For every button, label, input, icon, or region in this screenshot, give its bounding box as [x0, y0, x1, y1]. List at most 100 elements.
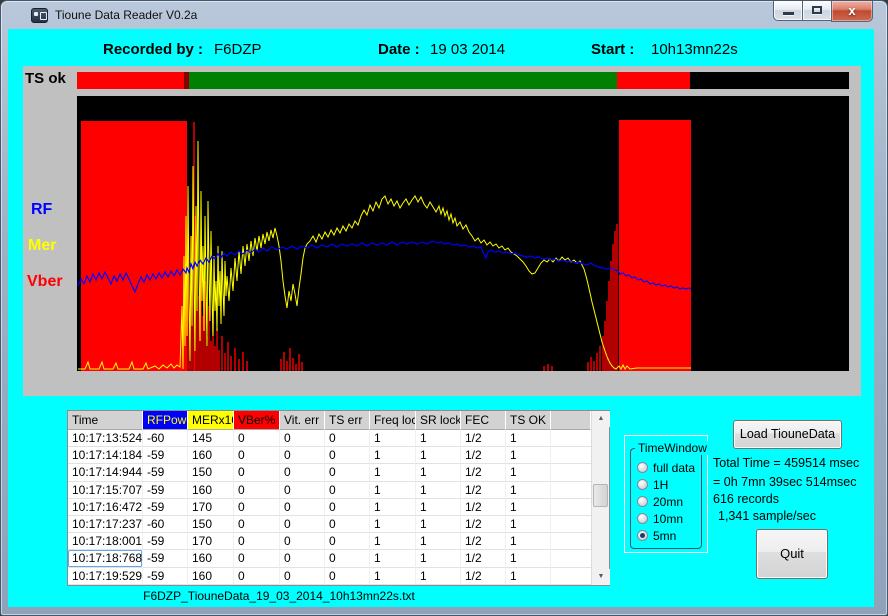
table-cell[interactable]: -59	[143, 464, 188, 481]
table-cell[interactable]: 0	[325, 447, 370, 464]
table-row[interactable]: 10:17:16:472-59170000111/21	[68, 499, 591, 516]
window-titlebar[interactable]: Tioune Data Reader V0.2a x	[1, 1, 887, 29]
table-cell[interactable]: 0	[325, 568, 370, 585]
close-button[interactable]: x	[831, 1, 873, 22]
quit-button[interactable]: Quit	[756, 529, 828, 579]
table-cell[interactable]: -60	[143, 516, 188, 533]
table-row[interactable]: 10:17:14:184-59160000111/21	[68, 447, 591, 464]
table-cell[interactable]: 1	[506, 464, 551, 481]
scroll-up-button[interactable]: ▲	[592, 411, 610, 427]
table-cell[interactable]: 0	[280, 550, 325, 567]
table-cell[interactable]: 1/2	[461, 550, 506, 567]
table-row[interactable]: 10:17:18:768-59160000111/21	[68, 550, 591, 567]
table-cell[interactable]: 1	[506, 533, 551, 550]
table-cell[interactable]: 1	[370, 550, 416, 567]
table-cell[interactable]: 1	[416, 482, 461, 499]
table-cell[interactable]: 0	[234, 550, 280, 567]
table-cell[interactable]: 10:17:18:001	[68, 533, 143, 550]
table-row[interactable]: 10:17:13:524-60145000111/21	[68, 430, 591, 447]
radio-1h[interactable]: 1H	[637, 476, 699, 493]
table-cell[interactable]: 1/2	[461, 568, 506, 585]
table-header-cell[interactable]: Time	[68, 411, 143, 430]
table-cell[interactable]: 0	[234, 430, 280, 447]
table-cell[interactable]: 0	[325, 464, 370, 481]
table-cell[interactable]: 1	[506, 499, 551, 516]
table-cell[interactable]: 10:17:14:184	[68, 447, 143, 464]
table-cell[interactable]: 1	[416, 430, 461, 447]
table-cell[interactable]: 1	[416, 447, 461, 464]
table-cell[interactable]: 0	[234, 533, 280, 550]
table-cell[interactable]: 0	[234, 482, 280, 499]
table-cell[interactable]: 0	[280, 430, 325, 447]
table-cell[interactable]: 1	[416, 464, 461, 481]
table-cell[interactable]: 0	[280, 516, 325, 533]
table-cell[interactable]: 1/2	[461, 533, 506, 550]
table-cell[interactable]: 10:17:16:472	[68, 499, 143, 516]
table-cell[interactable]: 0	[234, 568, 280, 585]
table-cell[interactable]: 1	[506, 516, 551, 533]
table-cell[interactable]: 145	[188, 430, 234, 447]
table-cell[interactable]: 1/2	[461, 464, 506, 481]
table-cell[interactable]: 0	[234, 464, 280, 481]
table-cell[interactable]: 0	[234, 499, 280, 516]
table-cell[interactable]: 1	[506, 568, 551, 585]
table-cell[interactable]: 1	[506, 430, 551, 447]
table-cell[interactable]: 1	[370, 516, 416, 533]
table-cell[interactable]: -59	[143, 568, 188, 585]
table-cell[interactable]: 10:17:18:768	[68, 550, 143, 567]
table-cell[interactable]: 0	[325, 533, 370, 550]
table-cell[interactable]: -59	[143, 482, 188, 499]
table-row[interactable]: 10:17:15:707-59160000111/21	[68, 482, 591, 499]
table-row[interactable]: 10:17:17:237-60150000111/21	[68, 516, 591, 533]
table-cell[interactable]: 150	[188, 464, 234, 481]
table-header-cell[interactable]: TS err	[325, 411, 370, 430]
table-cell[interactable]: 160	[188, 482, 234, 499]
table-cell[interactable]: 1/2	[461, 430, 506, 447]
table-header-cell[interactable]: SR lock	[416, 411, 461, 430]
table-cell[interactable]: 0	[280, 568, 325, 585]
table-cell[interactable]: 1	[370, 430, 416, 447]
table-header-cell[interactable]: Vit. err	[280, 411, 325, 430]
table-cell[interactable]: -59	[143, 499, 188, 516]
table-cell[interactable]: 150	[188, 516, 234, 533]
table-cell[interactable]: 1	[416, 533, 461, 550]
table-cell[interactable]: 170	[188, 499, 234, 516]
radio-5mn[interactable]: 5mn	[637, 527, 699, 544]
table-cell[interactable]: 10:17:14:944	[68, 464, 143, 481]
table-cell[interactable]: 1/2	[461, 482, 506, 499]
radio-10mn[interactable]: 10mn	[637, 510, 699, 527]
table-cell[interactable]: 10:17:13:524	[68, 430, 143, 447]
table-cell[interactable]: 10:17:19:529	[68, 568, 143, 585]
minimize-button[interactable]	[773, 1, 803, 21]
table-cell[interactable]: 160	[188, 447, 234, 464]
table-cell[interactable]: 0	[280, 533, 325, 550]
table-cell[interactable]: 1	[370, 568, 416, 585]
table-cell[interactable]: 1	[506, 550, 551, 567]
table-cell[interactable]: 1/2	[461, 499, 506, 516]
table-row[interactable]: 10:17:19:529-59160000111/21	[68, 568, 591, 585]
table-cell[interactable]: 0	[280, 482, 325, 499]
table-row[interactable]: 10:17:18:001-59170000111/21	[68, 533, 591, 550]
table-cell[interactable]: 1	[506, 447, 551, 464]
table-cell[interactable]: 1	[370, 447, 416, 464]
table-cell[interactable]: 0	[280, 499, 325, 516]
table-header-cell[interactable]: VBer%	[234, 411, 280, 430]
radio-full-data[interactable]: full data	[637, 459, 699, 476]
table-cell[interactable]: 1	[370, 533, 416, 550]
radio-20mn[interactable]: 20mn	[637, 493, 699, 510]
table-cell[interactable]: 0	[280, 464, 325, 481]
table-header-cell[interactable]: Freq lock	[370, 411, 416, 430]
table-cell[interactable]: 0	[325, 499, 370, 516]
table-cell[interactable]: 0	[234, 516, 280, 533]
maximize-button[interactable]	[803, 1, 831, 21]
table-cell[interactable]: 1	[370, 482, 416, 499]
table-cell[interactable]: 170	[188, 533, 234, 550]
table-cell[interactable]: 160	[188, 550, 234, 567]
table-cell[interactable]: 1	[370, 499, 416, 516]
scroll-thumb[interactable]	[593, 484, 608, 507]
table-cell[interactable]: 1	[506, 482, 551, 499]
table-header-cell[interactable]: TS OK	[506, 411, 551, 430]
table-cell[interactable]: 0	[325, 550, 370, 567]
table-cell[interactable]: 1/2	[461, 447, 506, 464]
data-table[interactable]: TimeRFPowerMERx10VBer%Vit. errTS errFreq…	[68, 411, 591, 585]
